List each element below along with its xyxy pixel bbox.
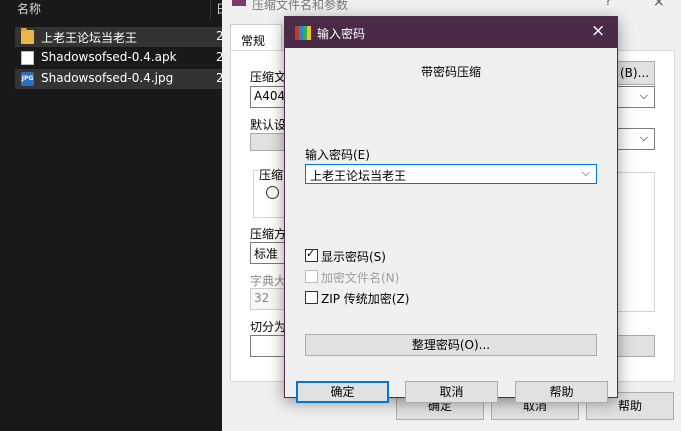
zip-legacy-encryption-checkbox[interactable]	[305, 291, 318, 304]
set-password-button[interactable]	[617, 335, 655, 357]
archive-name-label: 压缩文	[250, 70, 287, 84]
tab-general-label: 常规	[241, 34, 266, 48]
chevron-down-icon: ⌵	[639, 131, 648, 144]
winrar-icon	[295, 26, 311, 40]
show-password-label: 显示密码(S)	[321, 250, 386, 264]
chevron-down-icon[interactable]: ⌵	[582, 166, 590, 180]
close-icon[interactable]: ×	[591, 21, 605, 41]
column-header-name[interactable]: 名称	[17, 0, 41, 17]
jpg-file-icon: JPG	[21, 72, 34, 86]
show-password-checkbox[interactable]: ✓	[305, 247, 318, 262]
file-row-apk[interactable]: Shadowsofsed-0.4.apk 2	[15, 48, 232, 68]
browse-button-label: (B)...	[619, 66, 650, 80]
dictionary-label: 字典大	[250, 274, 287, 288]
file-name: Shadowsofsed-0.4.apk	[41, 50, 177, 64]
cancel-label: 取消	[439, 385, 464, 399]
archive-name-input[interactable]: A4043	[250, 86, 293, 108]
file-row-jpg[interactable]: JPG Shadowsofsed-0.4.jpg 2	[15, 69, 232, 89]
column-separator[interactable]	[210, 0, 211, 20]
password-input[interactable]: 上老王论坛当老王 ⌵	[305, 164, 597, 184]
winrar-icon	[232, 0, 246, 6]
method-value: 标准	[254, 247, 279, 261]
default-settings-label: 默认设	[250, 118, 287, 132]
password-value: 上老王论坛当老王	[310, 169, 407, 183]
dialog-title: 压缩文件名和参数	[252, 0, 349, 12]
password-dialog: 输入密码 × 带密码压缩 输入密码(E) 上老王论坛当老王 ⌵ ✓ 显示密码(S…	[285, 17, 617, 403]
enter-password-label: 输入密码(E)	[305, 148, 370, 162]
folder-icon	[21, 28, 34, 44]
zip-legacy-encryption-label: ZIP 传统加密(Z)	[321, 292, 410, 306]
chevron-down-icon: ⌵	[639, 89, 648, 102]
cancel-button[interactable]: 取消	[405, 381, 498, 403]
help-icon[interactable]: ?	[605, 0, 611, 8]
file-explorer: 名称 日 上老王论坛当老王 2 Shadowsofsed-0.4.apk 2 J…	[0, 0, 232, 431]
help-label: 帮助	[549, 385, 574, 399]
method-label: 压缩方	[250, 227, 287, 241]
file-row-folder[interactable]: 上老王论坛当老王 2	[15, 27, 232, 47]
format-radio[interactable]	[266, 186, 279, 199]
organize-passwords-label: 整理密码(O)...	[411, 338, 491, 352]
close-icon[interactable]: ×	[653, 0, 665, 10]
organize-passwords-button[interactable]: 整理密码(O)...	[305, 334, 597, 356]
file-name: Shadowsofsed-0.4.jpg	[41, 71, 174, 85]
options-select[interactable]: ⌵	[617, 128, 655, 150]
format-group-label: 压缩	[259, 166, 284, 183]
dictionary-value: 32	[254, 291, 270, 305]
password-dialog-titlebar[interactable]: 输入密码 ×	[285, 17, 617, 48]
file-icon	[21, 51, 34, 65]
help-button[interactable]: 帮助	[515, 381, 608, 403]
tab-general[interactable]: 常规	[230, 24, 282, 51]
file-name: 上老王论坛当老王	[41, 31, 138, 45]
password-dialog-title: 输入密码	[317, 27, 366, 41]
update-mode-select[interactable]: ⌵	[617, 86, 655, 108]
encrypt-filenames-label: 加密文件名(N)	[321, 271, 400, 285]
password-dialog-body: 带密码压缩 输入密码(E) 上老王论坛当老王 ⌵ ✓ 显示密码(S) 加密文件名…	[285, 48, 617, 403]
encrypt-filenames-checkbox	[305, 270, 318, 283]
split-size-input[interactable]	[250, 335, 288, 357]
dictionary-select[interactable]: 32	[250, 288, 288, 310]
browse-button[interactable]: (B)...	[614, 61, 655, 85]
ok-button[interactable]: 确定	[296, 381, 389, 403]
split-label: 切分为	[250, 320, 287, 334]
ok-label: 确定	[330, 385, 355, 399]
archive-help-label: 帮助	[617, 399, 642, 413]
password-heading: 带密码压缩	[420, 65, 481, 79]
method-select[interactable]: 标准	[250, 242, 288, 264]
profiles-button[interactable]	[250, 133, 288, 151]
options-group	[617, 172, 655, 312]
checkmark-icon: ✓	[306, 247, 316, 260]
